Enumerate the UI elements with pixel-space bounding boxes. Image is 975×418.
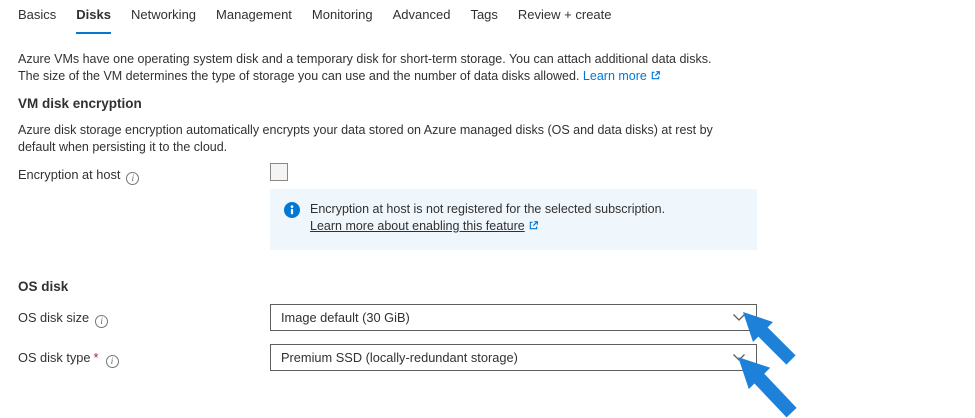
learn-more-link[interactable]: Learn more	[583, 69, 647, 83]
encryption-desc-line-2: default when persisting it to the cloud.	[18, 139, 713, 156]
intro-line-2: The size of the VM determines the type o…	[18, 68, 711, 86]
os-disk-type-value: Premium SSD (locally-redundant storage)	[281, 350, 724, 365]
os-disk-type-dropdown[interactable]: Premium SSD (locally-redundant storage)	[270, 344, 757, 371]
banner-message: Encryption at host is not registered for…	[310, 201, 745, 218]
info-tooltip-icon[interactable]	[95, 315, 108, 328]
intro-line-1: Azure VMs have one operating system disk…	[18, 51, 711, 68]
os-disk-size-value: Image default (30 GiB)	[281, 310, 724, 325]
encryption-desc-line-1: Azure disk storage encryption automatica…	[18, 122, 713, 139]
chevron-down-icon	[732, 313, 746, 322]
tab-basics[interactable]: Basics	[18, 7, 56, 34]
banner-learn-more-link[interactable]: Learn more about enabling this feature	[310, 219, 525, 233]
os-disk-type-label: OS disk type*	[18, 350, 119, 368]
vm-disk-encryption-heading: VM disk encryption	[18, 96, 142, 111]
os-disk-size-label: OS disk size	[18, 310, 108, 328]
disks-intro-text: Azure VMs have one operating system disk…	[18, 51, 711, 86]
info-filled-icon	[284, 202, 300, 223]
vm-disk-encryption-description: Azure disk storage encryption automatica…	[18, 122, 713, 156]
chevron-down-icon	[732, 353, 746, 362]
encryption-at-host-checkbox[interactable]	[270, 163, 288, 181]
external-link-icon	[528, 219, 539, 236]
tab-monitoring[interactable]: Monitoring	[312, 7, 373, 34]
info-tooltip-icon[interactable]	[106, 355, 119, 368]
external-link-icon	[650, 69, 661, 86]
wizard-tab-bar: Basics Disks Networking Management Monit…	[18, 7, 612, 34]
os-disk-heading: OS disk	[18, 279, 68, 294]
tab-review-create[interactable]: Review + create	[518, 7, 612, 34]
tab-disks[interactable]: Disks	[76, 7, 111, 34]
tab-advanced[interactable]: Advanced	[393, 7, 451, 34]
encryption-info-banner: Encryption at host is not registered for…	[270, 189, 757, 250]
create-vm-disks-page: Basics Disks Networking Management Monit…	[0, 0, 975, 418]
tab-networking[interactable]: Networking	[131, 7, 196, 34]
encryption-at-host-label: Encryption at host	[18, 167, 139, 185]
tab-management[interactable]: Management	[216, 7, 292, 34]
required-marker: *	[94, 350, 99, 365]
os-disk-size-dropdown[interactable]: Image default (30 GiB)	[270, 304, 757, 331]
info-tooltip-icon[interactable]	[126, 172, 139, 185]
tab-tags[interactable]: Tags	[470, 7, 497, 34]
